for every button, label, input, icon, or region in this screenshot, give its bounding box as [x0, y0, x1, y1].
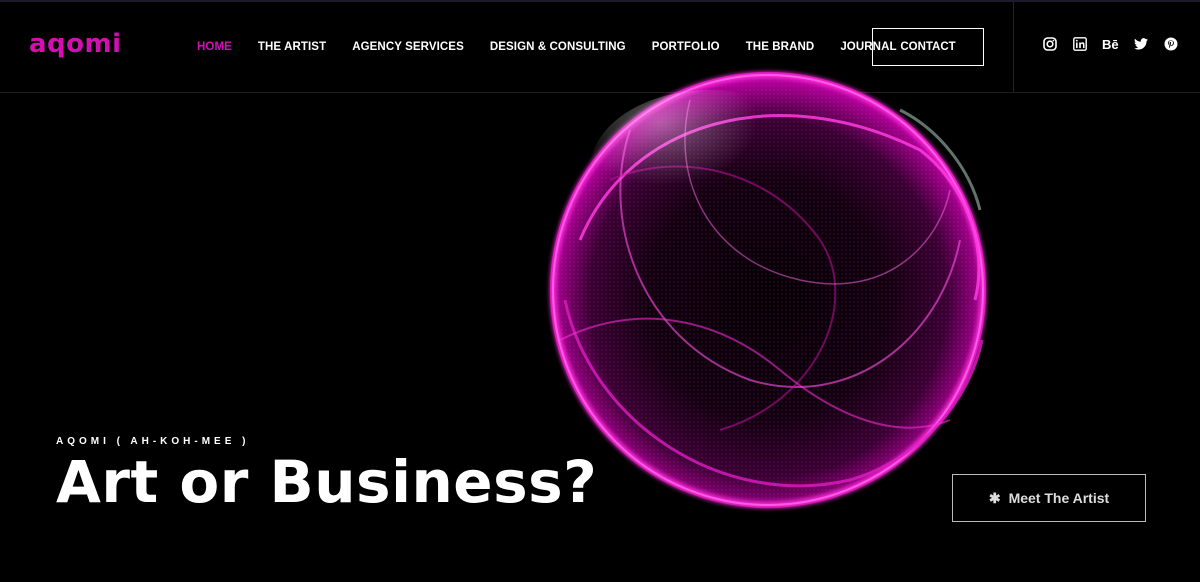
asterisk-icon: ✱	[988, 489, 1001, 506]
meet-the-artist-label: Meet The Artist	[1008, 490, 1110, 506]
nav-agency-services[interactable]: AGENCY SERVICES	[352, 41, 464, 53]
hero-subtitle: AQOMI ( AH-KOH-MEE )	[56, 436, 250, 447]
hero-title: Art or Business?	[56, 448, 598, 516]
pinterest-icon[interactable]	[1163, 36, 1179, 52]
twitter-icon[interactable]	[1133, 36, 1149, 52]
nav-home[interactable]: HOME	[197, 41, 232, 53]
meet-the-artist-button[interactable]: ✱ Meet The Artist	[952, 474, 1146, 522]
instagram-icon[interactable]	[1042, 36, 1058, 52]
nav-the-artist[interactable]: THE ARTIST	[258, 41, 326, 53]
behance-icon[interactable]: Bē	[1102, 36, 1119, 52]
brand-logo[interactable]: aqomi	[29, 29, 122, 59]
social-links: Bē	[1042, 36, 1179, 52]
linkedin-icon[interactable]	[1072, 36, 1088, 52]
